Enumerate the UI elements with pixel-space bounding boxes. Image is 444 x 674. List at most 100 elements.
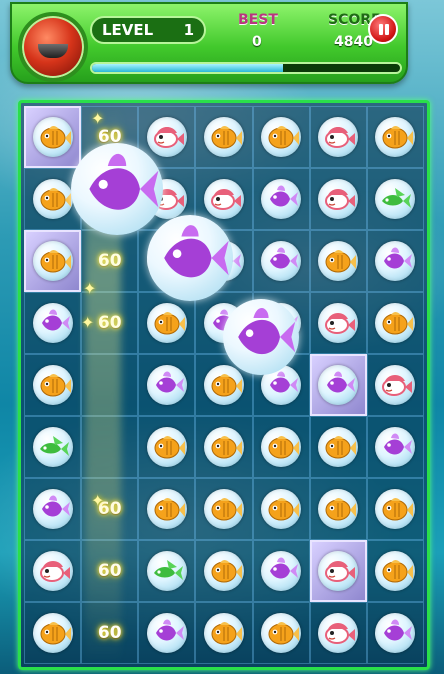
board-cell[interactable] xyxy=(366,416,424,478)
board-cell[interactable] xyxy=(309,602,367,664)
board-cell[interactable] xyxy=(366,106,424,168)
purple-fish-icon[interactable] xyxy=(146,365,187,405)
pink-fish-icon[interactable] xyxy=(318,117,359,157)
board-cell[interactable] xyxy=(309,292,367,354)
board-cell[interactable] xyxy=(24,478,82,540)
orange-fish-icon[interactable] xyxy=(375,117,416,157)
orange-fish-icon[interactable] xyxy=(261,489,302,529)
board-cell[interactable] xyxy=(309,354,367,416)
board-cell[interactable] xyxy=(138,292,196,354)
orange-fish-icon[interactable] xyxy=(375,489,416,529)
orange-fish-icon[interactable] xyxy=(261,613,302,653)
board-cell[interactable] xyxy=(366,602,424,664)
pink-fish-icon[interactable] xyxy=(318,551,359,591)
board-cell[interactable] xyxy=(309,540,367,602)
pink-fish-icon[interactable] xyxy=(318,303,359,343)
board-cell[interactable] xyxy=(366,354,424,416)
orange-fish-icon[interactable] xyxy=(32,179,73,219)
board-cell[interactable] xyxy=(24,354,82,416)
orange-fish-icon[interactable] xyxy=(318,489,359,529)
orange-fish-icon[interactable] xyxy=(375,551,416,591)
board-cell[interactable] xyxy=(195,602,253,664)
orange-fish-icon[interactable] xyxy=(203,427,244,467)
board-cell[interactable] xyxy=(138,602,196,664)
pink-fish-icon[interactable] xyxy=(375,365,416,405)
orange-fish-icon[interactable] xyxy=(318,427,359,467)
board-cell[interactable] xyxy=(81,354,139,416)
orange-fish-icon[interactable] xyxy=(261,117,302,157)
purple-fish-icon[interactable] xyxy=(375,613,416,653)
board-cell[interactable]: 60 xyxy=(81,602,139,664)
orange-fish-icon[interactable] xyxy=(203,117,244,157)
pink-fish-icon[interactable] xyxy=(32,551,73,591)
orange-fish-icon[interactable] xyxy=(203,489,244,529)
hud-bar: LEVEL 1 BEST 0 SCORE 4840 xyxy=(10,2,408,84)
board-cell[interactable] xyxy=(195,540,253,602)
orange-fish-icon[interactable] xyxy=(146,427,187,467)
board-cell[interactable] xyxy=(309,478,367,540)
board-cell[interactable] xyxy=(195,416,253,478)
board-cell[interactable] xyxy=(252,540,310,602)
purple-fish-icon[interactable] xyxy=(261,179,302,219)
purple-fish-icon[interactable] xyxy=(375,241,416,281)
purple-fish-icon[interactable] xyxy=(261,241,302,281)
purple-fish-icon[interactable] xyxy=(32,303,73,343)
board-cell[interactable] xyxy=(252,602,310,664)
board-cell[interactable] xyxy=(366,168,424,230)
board-cell[interactable] xyxy=(138,540,196,602)
pink-fish-icon[interactable] xyxy=(318,613,359,653)
pause-button[interactable] xyxy=(368,14,398,44)
orange-fish-icon[interactable] xyxy=(32,365,73,405)
board-cell[interactable]: 60 xyxy=(81,540,139,602)
orange-fish-icon[interactable] xyxy=(318,241,359,281)
pink-fish-icon[interactable] xyxy=(203,179,244,219)
orange-fish-icon[interactable] xyxy=(375,303,416,343)
popping-fish-bubble xyxy=(223,299,299,375)
board-cell[interactable] xyxy=(24,540,82,602)
board-cell[interactable]: 60 xyxy=(81,478,139,540)
board-cell[interactable] xyxy=(195,478,253,540)
board-cell[interactable] xyxy=(252,168,310,230)
board-cell[interactable] xyxy=(138,478,196,540)
purple-fish-icon[interactable] xyxy=(261,551,302,591)
orange-fish-icon[interactable] xyxy=(32,117,73,157)
board-cell[interactable] xyxy=(366,292,424,354)
orange-fish-icon[interactable] xyxy=(203,551,244,591)
best-label: BEST xyxy=(238,12,278,28)
purple-fish-icon[interactable] xyxy=(318,365,359,405)
purple-fish-icon[interactable] xyxy=(375,427,416,467)
board-cell[interactable] xyxy=(138,354,196,416)
board-cell[interactable] xyxy=(252,416,310,478)
board-cell[interactable] xyxy=(366,478,424,540)
board-cell[interactable] xyxy=(366,540,424,602)
board-cell[interactable] xyxy=(24,416,82,478)
board-cell[interactable] xyxy=(138,416,196,478)
menu-button[interactable] xyxy=(18,12,88,82)
board-cell[interactable] xyxy=(252,478,310,540)
board-cell[interactable] xyxy=(252,230,310,292)
board-cell[interactable] xyxy=(81,416,139,478)
orange-fish-icon[interactable] xyxy=(203,613,244,653)
sparkle-icon: ✦ xyxy=(91,491,105,510)
board-cell[interactable] xyxy=(309,106,367,168)
board-cell[interactable] xyxy=(24,602,82,664)
green-fish-icon[interactable] xyxy=(32,427,73,467)
board-cell[interactable] xyxy=(309,230,367,292)
orange-fish-icon[interactable] xyxy=(261,427,302,467)
purple-fish-icon[interactable] xyxy=(146,613,187,653)
board-cell[interactable] xyxy=(309,168,367,230)
purple-fish-icon[interactable] xyxy=(32,489,73,529)
orange-fish-icon[interactable] xyxy=(32,613,73,653)
board-cell[interactable] xyxy=(24,230,82,292)
green-fish-icon[interactable] xyxy=(375,179,416,219)
pink-fish-icon[interactable] xyxy=(318,179,359,219)
board-cell[interactable] xyxy=(309,416,367,478)
board-cell[interactable] xyxy=(195,106,253,168)
board-cell[interactable] xyxy=(24,292,82,354)
orange-fish-icon[interactable] xyxy=(146,303,187,343)
orange-fish-icon[interactable] xyxy=(32,241,73,281)
board-cell[interactable] xyxy=(252,106,310,168)
green-fish-icon[interactable] xyxy=(146,551,187,591)
board-cell[interactable] xyxy=(366,230,424,292)
orange-fish-icon[interactable] xyxy=(146,489,187,529)
